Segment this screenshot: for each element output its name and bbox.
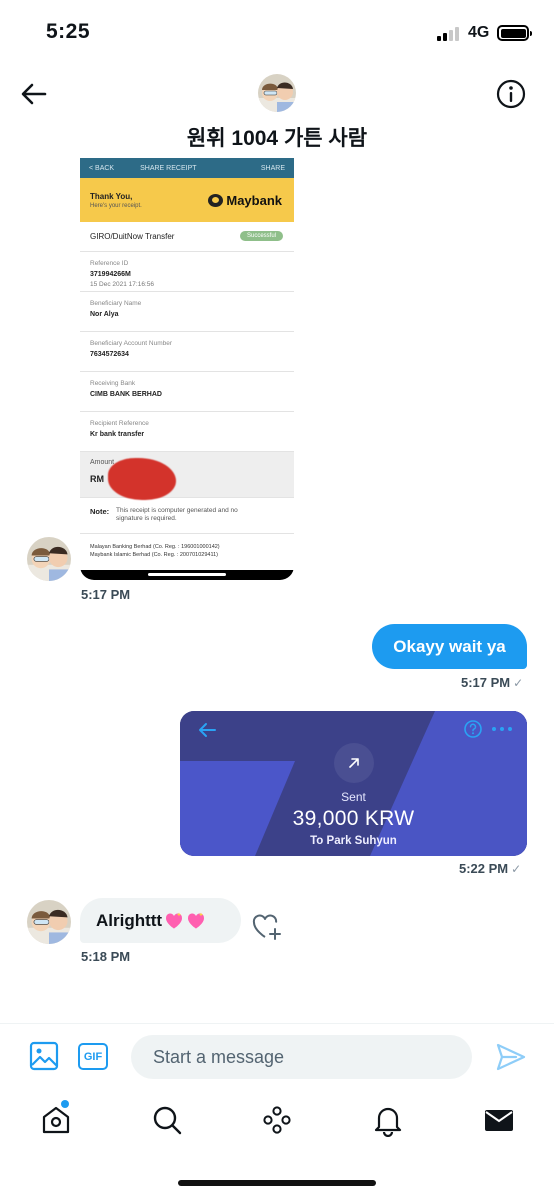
search-icon[interactable] — [150, 1103, 184, 1137]
bottom-tab-bar — [0, 1089, 554, 1159]
send-icon[interactable] — [494, 1040, 528, 1074]
field-label: Receiving Bank — [90, 380, 136, 387]
conversation-title: 원휘 1004 가튼 사람 — [186, 127, 368, 150]
maybank-logo: Maybank — [208, 193, 282, 208]
back-arrow-icon[interactable] — [18, 78, 50, 110]
header-avatar[interactable] — [258, 74, 296, 112]
message-input[interactable] — [131, 1035, 472, 1079]
info-icon[interactable] — [495, 78, 527, 110]
field-value: 7634572634 — [90, 351, 129, 358]
message-timestamp: 5:17 PM ✓ — [461, 675, 523, 690]
notification-dot — [61, 1100, 69, 1108]
receipt-field: Receiving Bank CIMB BANK BERHAD — [80, 372, 294, 412]
field-value: Nor Alya — [90, 311, 119, 318]
field-label: Reference ID — [90, 260, 129, 267]
message-text: Alrighttt — [96, 910, 163, 930]
cellular-signal-icon — [437, 27, 463, 41]
payment-status: Sent — [341, 790, 366, 804]
sent-check-icon: ✓ — [513, 676, 524, 690]
back-arrow-icon[interactable] — [196, 719, 218, 741]
home-icon[interactable] — [39, 1100, 73, 1137]
payment-amount: 39,000 KRW — [292, 807, 415, 830]
timestamp-text: 5:22 PM — [459, 861, 509, 876]
sent-check-icon: ✓ — [511, 862, 522, 876]
network-type: 4G — [468, 24, 490, 41]
image-icon[interactable] — [29, 1041, 59, 1071]
battery-icon — [497, 25, 532, 41]
field-value: Kr bank transfer — [90, 431, 145, 438]
status-time: 5:25 — [46, 20, 91, 43]
mail-icon[interactable] — [482, 1103, 516, 1137]
status-bar: 5:25 4G — [0, 0, 554, 66]
receipt-note-row: Note: This receipt is computer generated… — [80, 498, 294, 534]
field-label: Recipient Reference — [90, 420, 149, 427]
receipt-field: Beneficiary Account Number 7634572634 — [80, 332, 294, 372]
timestamp-text: 5:17 PM — [461, 675, 511, 690]
receipt-share-title: SHARE RECEIPT — [140, 164, 197, 172]
receipt-back-label: < BACK — [89, 164, 115, 172]
amount-value: RM — [90, 474, 104, 484]
field-detail: 15 Dec 2021 17:16:56 — [90, 281, 154, 288]
note-text: This receipt is computer generated and n… — [116, 507, 238, 523]
sparkling-heart-emoji-icon — [186, 911, 206, 931]
message-composer: GIF — [0, 1023, 554, 1089]
receipt-legal: Malayan Banking Berhad (Co. Reg. : 19600… — [80, 534, 294, 560]
payment-recipient: To Park Suhyun — [310, 835, 397, 847]
message-timestamp: 5:17 PM — [81, 587, 131, 602]
conversation-header: 원휘 1004 가튼 사람 — [0, 66, 554, 164]
message-timestamp: 5:22 PM ✓ — [459, 861, 521, 876]
message-text: Okayy wait ya — [393, 636, 506, 656]
transfer-type: GIRO/DuitNow Transfer — [90, 232, 175, 241]
receipt-top-bar: < BACK SHARE RECEIPT SHARE — [80, 158, 294, 178]
receipt-field: Reference ID 371994266M 15 Dec 2021 17:1… — [80, 252, 294, 292]
payment-card[interactable]: Sent 39,000 KRW To Park Suhyun — [180, 711, 527, 856]
more-options-icon[interactable] — [491, 721, 513, 737]
legal-line: Maybank Islamic Berhad (Co. Reg. : 20070… — [90, 551, 218, 558]
help-icon[interactable] — [463, 719, 483, 739]
gif-button[interactable]: GIF — [78, 1043, 108, 1070]
sent-message-bubble[interactable]: Okayy wait ya — [372, 624, 527, 669]
note-label: Note: — [90, 507, 110, 516]
receipt-amount-row: Amount RM — [80, 452, 294, 500]
receipt-share-label: SHARE — [260, 164, 285, 172]
receipt-transfer-row: GIRO/DuitNow Transfer Successful — [80, 222, 294, 252]
brand-name: Maybank — [226, 193, 282, 208]
redaction-scribble — [108, 458, 176, 500]
spaces-icon[interactable] — [260, 1103, 294, 1137]
status-badge: Successful — [239, 231, 283, 241]
receipt-home-bar — [80, 570, 294, 580]
field-value: 371994266M — [90, 271, 131, 278]
receipt-subtitle: Here's your receipt. — [90, 203, 142, 209]
bell-icon[interactable] — [371, 1103, 405, 1138]
tiger-logo-icon — [208, 194, 224, 207]
transfer-arrow-icon — [334, 743, 374, 783]
legal-line: Malayan Banking Berhad (Co. Reg. : 19600… — [90, 544, 220, 550]
receipt-image[interactable]: < BACK SHARE RECEIPT SHARE Thank You, He… — [80, 158, 294, 580]
message-timestamp: 5:18 PM — [81, 949, 131, 964]
amount-label: Amount — [90, 459, 115, 466]
receipt-field: Recipient Reference Kr bank transfer — [80, 412, 294, 452]
sparkling-heart-emoji-icon — [164, 911, 184, 931]
received-message-bubble[interactable]: Alrighttt — [80, 898, 241, 943]
avatar[interactable] — [27, 537, 71, 581]
receipt-banner: Thank You, Here's your receipt. Maybank — [80, 178, 294, 222]
field-label: Beneficiary Account Number — [90, 340, 173, 347]
home-indicator — [178, 1180, 376, 1186]
receipt-field: Beneficiary Name Nor Alya — [80, 292, 294, 332]
field-value: CIMB BANK BERHAD — [90, 391, 162, 398]
receipt-thank-you: Thank You, — [90, 192, 133, 201]
avatar[interactable] — [27, 900, 71, 944]
heart-plus-icon[interactable] — [251, 911, 285, 941]
field-label: Beneficiary Name — [90, 300, 142, 307]
